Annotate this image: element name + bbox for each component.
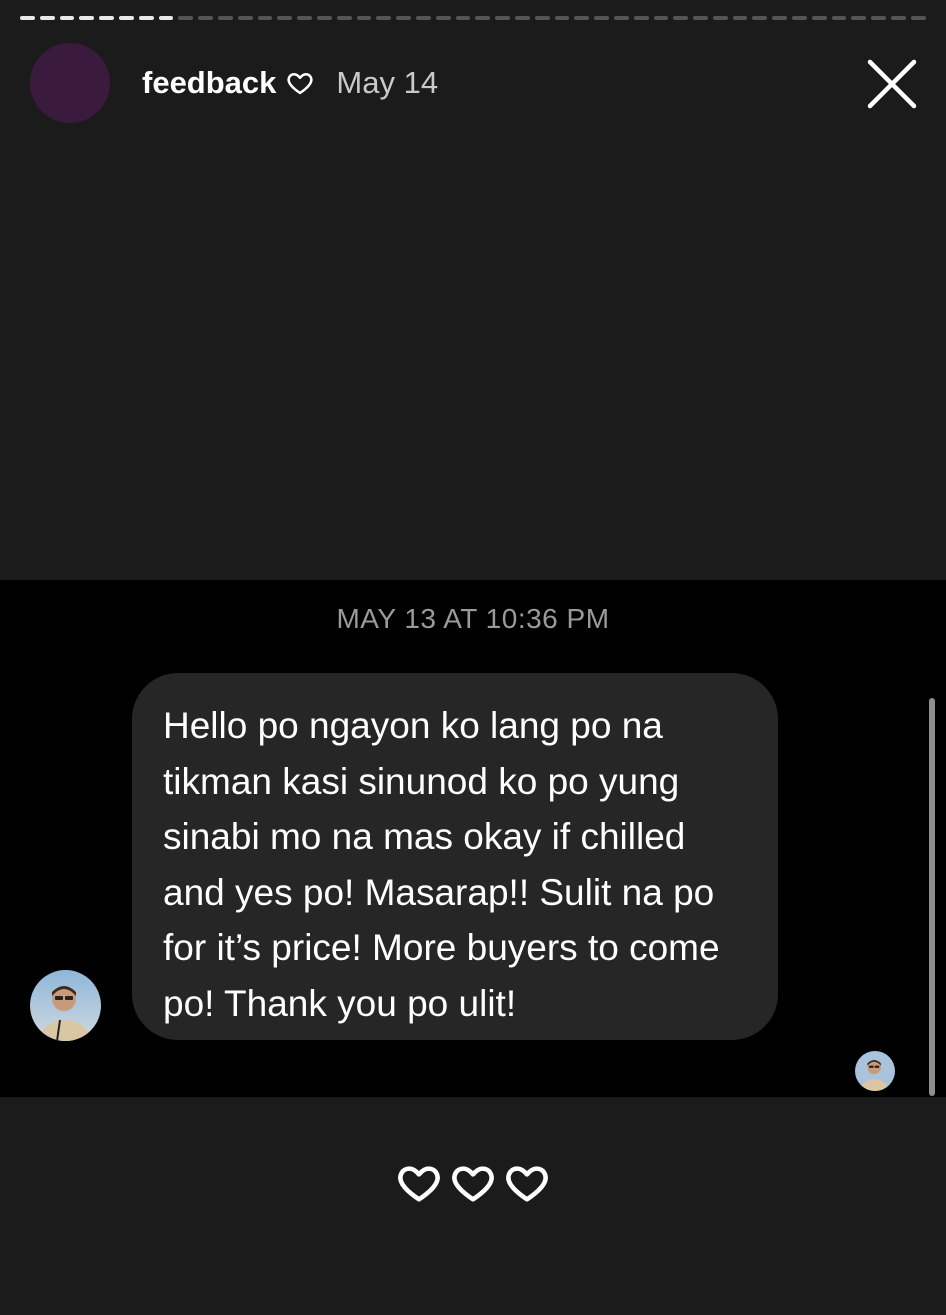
- progress-segment: [20, 16, 35, 20]
- progress-segment: [277, 16, 293, 20]
- reaction-hearts: [0, 1160, 946, 1206]
- progress-segment: [534, 16, 550, 20]
- progress-segment: [455, 16, 471, 20]
- progress-segment: [396, 16, 411, 20]
- progress-segment: [633, 16, 649, 20]
- story-header: feedback May 14: [30, 42, 926, 124]
- progress-segment: [237, 16, 253, 20]
- progress-segment: [693, 16, 708, 20]
- progress-segment: [514, 16, 530, 20]
- close-icon[interactable]: [862, 54, 922, 114]
- progress-segment: [99, 16, 114, 20]
- progress-segment: [39, 16, 55, 20]
- progress-segment: [792, 16, 807, 20]
- heart-outline-icon: [452, 1166, 494, 1202]
- progress-segment: [316, 16, 332, 20]
- progress-segment: [297, 16, 312, 20]
- progress-segment: [257, 16, 273, 20]
- progress-segment: [594, 16, 609, 20]
- progress-segment: [732, 16, 748, 20]
- progress-segment: [336, 16, 352, 20]
- story-username[interactable]: feedback: [142, 65, 276, 101]
- progress-segment: [673, 16, 689, 20]
- progress-segment: [118, 16, 134, 20]
- progress-segment: [554, 16, 570, 20]
- person-avatar-icon: [855, 1051, 895, 1091]
- progress-segment: [158, 16, 174, 20]
- progress-segment: [356, 16, 372, 20]
- heart-outline-icon: [506, 1166, 548, 1202]
- progress-segment: [59, 16, 75, 20]
- progress-segment: [910, 16, 926, 20]
- scrollbar[interactable]: [929, 698, 935, 1096]
- chat-screenshot: MAY 13 AT 10:36 PM Hello po ngayon ko la…: [0, 580, 946, 1097]
- progress-segment: [79, 16, 95, 20]
- progress-segment: [178, 16, 194, 20]
- story-progress-bar: [20, 16, 926, 21]
- progress-segment: [415, 16, 431, 20]
- progress-segment: [752, 16, 768, 20]
- seen-avatar: [855, 1051, 895, 1091]
- progress-segment: [851, 16, 867, 20]
- progress-segment: [138, 16, 154, 20]
- heart-outline-icon: [287, 72, 313, 95]
- progress-segment: [712, 16, 728, 20]
- progress-segment: [772, 16, 788, 20]
- progress-segment: [217, 16, 233, 20]
- progress-segment: [831, 16, 847, 20]
- progress-segment: [653, 16, 669, 20]
- message-timestamp: MAY 13 AT 10:36 PM: [336, 603, 610, 634]
- progress-segment: [891, 16, 906, 20]
- progress-segment: [495, 16, 510, 20]
- message-bubble[interactable]: Hello po ngayon ko lang po na tikman kas…: [132, 673, 778, 1040]
- progress-segment: [198, 16, 213, 20]
- sender-avatar[interactable]: [30, 970, 101, 1041]
- progress-segment: [871, 16, 887, 20]
- story-avatar[interactable]: [30, 43, 110, 123]
- progress-segment: [435, 16, 451, 20]
- person-avatar-icon: [30, 970, 101, 1041]
- progress-segment: [574, 16, 590, 20]
- heart-outline-icon: [398, 1166, 440, 1202]
- progress-segment: [811, 16, 827, 20]
- story-date: May 14: [336, 65, 439, 100]
- progress-segment: [475, 16, 491, 20]
- progress-segment: [613, 16, 629, 20]
- progress-segment: [376, 16, 392, 20]
